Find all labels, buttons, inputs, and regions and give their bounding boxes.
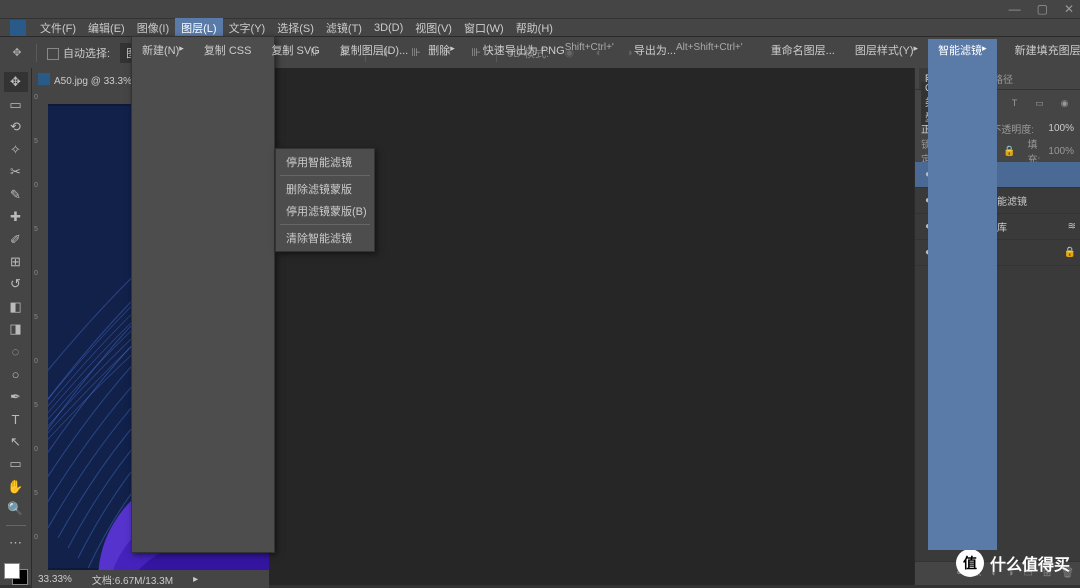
- menu-2[interactable]: 图像(I): [131, 18, 175, 38]
- blur-tool[interactable]: ◌: [4, 342, 28, 362]
- zoom-tool[interactable]: 🔍: [4, 499, 28, 519]
- ruler-tick: 5: [34, 490, 38, 497]
- menu-item[interactable]: 快速导出为 PNGShift+Ctrl+': [473, 39, 624, 550]
- menu-item[interactable]: 停用智能滤镜: [276, 151, 374, 173]
- menu-4[interactable]: 文字(Y): [223, 18, 272, 38]
- menu-8[interactable]: 视图(V): [409, 18, 458, 38]
- chevron-right-icon[interactable]: ▸: [193, 574, 198, 585]
- hand-tool[interactable]: ✋: [4, 476, 28, 496]
- stamp-tool[interactable]: ⊞: [4, 252, 28, 272]
- ruler-tick: 0: [34, 94, 38, 101]
- maximize-button[interactable]: ▢: [1037, 2, 1048, 16]
- menu-5[interactable]: 选择(S): [271, 18, 320, 38]
- menu-0[interactable]: 文件(F): [34, 18, 82, 38]
- watermark-icon: 值: [956, 549, 984, 577]
- shape-tool[interactable]: ▭: [4, 454, 28, 474]
- marquee-tool[interactable]: ▭: [4, 94, 28, 114]
- ruler-tick: 0: [34, 446, 38, 453]
- history-brush-tool[interactable]: ↺: [4, 274, 28, 294]
- smart-filter-submenu: 停用智能滤镜删除滤镜蒙版停用滤镜蒙版(B) 清除智能滤镜: [275, 148, 375, 252]
- move-tool[interactable]: ✥: [4, 72, 28, 92]
- ruler-tick: 5: [34, 138, 38, 145]
- ps-icon: [38, 73, 50, 85]
- dodge-tool[interactable]: ○: [4, 364, 28, 384]
- brush-tool[interactable]: ✐: [4, 229, 28, 249]
- menu-item[interactable]: 新建填充图层(W): [1005, 39, 1080, 550]
- auto-select-checkbox[interactable]: 自动选择:: [47, 45, 110, 61]
- pen-tool[interactable]: ✒: [4, 387, 28, 407]
- menu-item[interactable]: 新建(N): [132, 39, 194, 550]
- window-titlebar: — ▢ ✕: [0, 0, 1080, 18]
- watermark: 值 什么值得买: [956, 549, 1070, 577]
- menu-item[interactable]: 停用滤镜蒙版(B): [276, 200, 374, 222]
- separator: [280, 175, 370, 176]
- minimize-button[interactable]: —: [1009, 2, 1021, 16]
- separator: [36, 44, 37, 62]
- ruler-vertical: 0 5 0 5 0 5 0 5 0 5 0: [32, 90, 48, 570]
- menu-item[interactable]: 清除智能滤镜: [276, 227, 374, 249]
- menu-item[interactable]: 重命名图层...: [761, 39, 845, 550]
- ruler-tick: 5: [34, 314, 38, 321]
- toolbox: ✥ ▭ ⟲ ✧ ✂ ✎ ✚ ✐ ⊞ ↺ ◧ ◨ ◌ ○ ✒ T ↖ ▭ ✋ 🔍 …: [0, 68, 32, 585]
- ruler-tick: 0: [34, 534, 38, 541]
- color-swatch[interactable]: [4, 563, 28, 585]
- menu-item[interactable]: 复制 SVG: [262, 39, 330, 550]
- ruler-tick: 5: [34, 402, 38, 409]
- menu-3[interactable]: 图层(L): [175, 18, 222, 38]
- eraser-tool[interactable]: ◧: [4, 297, 28, 317]
- doc-size: 文档:6.67M/13.3M: [92, 572, 173, 587]
- heal-tool[interactable]: ✚: [4, 207, 28, 227]
- app-logo: [10, 20, 26, 36]
- menu-item[interactable]: 智能滤镜: [928, 39, 997, 550]
- layer-menu: 新建(N)复制 CSS复制 SVG复制图层(D)...删除快速导出为 PNGSh…: [131, 36, 275, 553]
- ruler-tick: 0: [34, 270, 38, 277]
- gradient-tool[interactable]: ◨: [4, 319, 28, 339]
- separator: [6, 525, 26, 526]
- menubar: 文件(F)编辑(E)图像(I)图层(L)文字(Y)选择(S)滤镜(T)3D(D)…: [0, 18, 1080, 36]
- menu-item[interactable]: 图层样式(Y): [845, 39, 928, 550]
- crop-tool[interactable]: ✂: [4, 162, 28, 182]
- menu-10[interactable]: 帮助(H): [510, 18, 559, 38]
- menu-item[interactable]: 复制图层(D)...: [330, 39, 418, 550]
- ruler-tick: 5: [34, 226, 38, 233]
- menu-1[interactable]: 编辑(E): [82, 18, 131, 38]
- separator: [280, 224, 370, 225]
- eyedropper-tool[interactable]: ✎: [4, 184, 28, 204]
- menu-item[interactable]: 导出为...Alt+Shift+Ctrl+': [624, 39, 753, 550]
- move-tool-icon: ✥: [8, 44, 26, 62]
- menu-7[interactable]: 3D(D): [368, 20, 409, 36]
- menu-item[interactable]: 删除滤镜蒙版: [276, 178, 374, 200]
- type-tool[interactable]: T: [4, 409, 28, 429]
- close-button[interactable]: ✕: [1064, 2, 1074, 16]
- watermark-text: 什么值得买: [990, 551, 1070, 575]
- menu-item[interactable]: 复制 CSS: [194, 39, 262, 550]
- wand-tool[interactable]: ✧: [4, 139, 28, 159]
- menu-9[interactable]: 窗口(W): [458, 18, 510, 38]
- lasso-tool[interactable]: ⟲: [4, 117, 28, 137]
- menu-6[interactable]: 滤镜(T): [320, 18, 368, 38]
- ruler-tick: 0: [34, 358, 38, 365]
- path-tool[interactable]: ↖: [4, 432, 28, 452]
- document-status-bar: 33.33% 文档:6.67M/13.3M ▸: [32, 570, 269, 588]
- edit-toolbar[interactable]: ⋯: [4, 532, 28, 552]
- ruler-tick: 0: [34, 182, 38, 189]
- menu-item[interactable]: 删除: [418, 39, 465, 550]
- zoom-level[interactable]: 33.33%: [38, 574, 72, 585]
